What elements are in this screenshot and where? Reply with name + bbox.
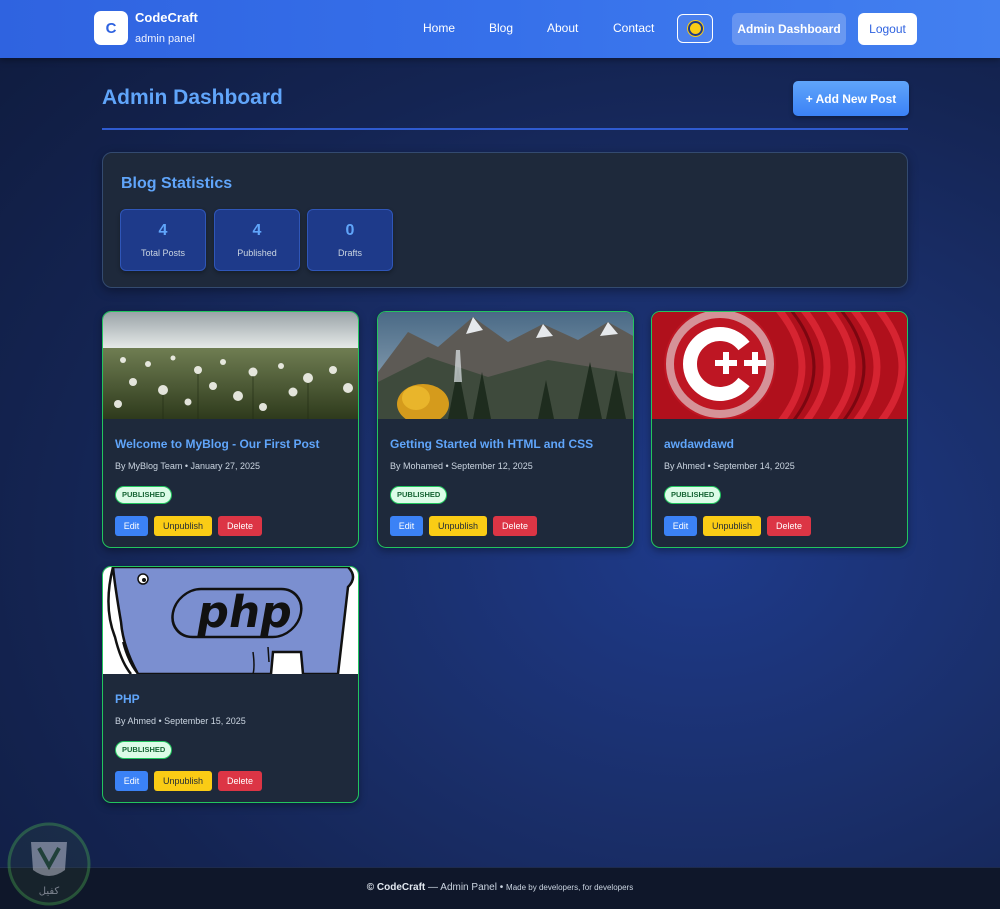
- divider: [102, 128, 908, 130]
- post-card: Getting Started with HTML and CSS By Moh…: [377, 311, 634, 548]
- footer-tagline: Made by developers, for developers: [506, 883, 634, 892]
- unpublish-button[interactable]: Unpublish: [154, 771, 212, 791]
- admin-dashboard-button[interactable]: Admin Dashboard: [732, 13, 846, 45]
- footer-panel-label: — Admin Panel •: [425, 882, 507, 893]
- theme-toggle-button[interactable]: [677, 14, 713, 43]
- delete-button[interactable]: Delete: [767, 516, 811, 536]
- stat-value: 0: [345, 222, 355, 239]
- unpublish-button[interactable]: Unpublish: [703, 516, 761, 536]
- logout-button[interactable]: Logout: [858, 13, 917, 45]
- delete-button[interactable]: Delete: [493, 516, 537, 536]
- page-footer: © CodeCraft — Admin Panel • Made by deve…: [0, 867, 1000, 909]
- add-new-post-button[interactable]: + Add New Post: [793, 81, 909, 116]
- edit-button[interactable]: Edit: [390, 516, 423, 536]
- footer-copyright: © CodeCraft: [366, 882, 426, 893]
- post-title[interactable]: Getting Started with HTML and CSS: [390, 437, 593, 451]
- nav-home-link[interactable]: Home: [423, 21, 455, 35]
- stats-title: Blog Statistics: [121, 175, 233, 192]
- unpublish-button[interactable]: Unpublish: [429, 516, 487, 536]
- delete-button[interactable]: Delete: [218, 771, 262, 791]
- post-meta: By Ahmed • September 14, 2025: [664, 461, 795, 471]
- post-title[interactable]: awdawdawd: [664, 437, 734, 451]
- status-badge: PUBLISHED: [664, 486, 722, 504]
- edit-button[interactable]: Edit: [664, 516, 697, 536]
- post-thumbnail-mountain-landscape: [378, 312, 633, 419]
- edit-button[interactable]: Edit: [115, 771, 148, 791]
- post-thumbnail-php-elephant: php: [103, 567, 358, 674]
- unpublish-button[interactable]: Unpublish: [154, 516, 212, 536]
- stat-label: Drafts: [337, 248, 362, 258]
- post-card: php PHP By Ahmed • September 15, 2025 PU…: [102, 566, 359, 803]
- post-meta: By MyBlog Team • January 27, 2025: [115, 461, 261, 471]
- nav-blog-link[interactable]: Blog: [489, 21, 513, 35]
- stat-card-drafts: 0 Drafts: [307, 209, 393, 271]
- post-meta: By Ahmed • September 15, 2025: [115, 716, 246, 726]
- post-card: Welcome to MyBlog - Our First Post By My…: [102, 311, 359, 548]
- stat-label: Total Posts: [140, 248, 186, 258]
- post-title[interactable]: Welcome to MyBlog - Our First Post: [115, 437, 319, 451]
- post-title[interactable]: PHP: [115, 692, 140, 706]
- status-badge: PUBLISHED: [115, 741, 173, 759]
- brand-subtitle: admin panel: [135, 33, 195, 45]
- stat-label: Published: [237, 248, 277, 258]
- svg-text:كفيل: كفيل: [39, 886, 60, 897]
- post-thumbnail-dandelion-field: [103, 312, 358, 419]
- status-badge: PUBLISHED: [115, 486, 173, 504]
- brand-logo[interactable]: C: [94, 11, 128, 45]
- delete-button[interactable]: Delete: [218, 516, 262, 536]
- svg-text:php: php: [193, 587, 296, 638]
- blog-statistics-panel: Blog Statistics 4 Total Posts 4 Publishe…: [102, 152, 908, 288]
- stat-card-total-posts: 4 Total Posts: [120, 209, 206, 271]
- stat-card-published: 4 Published: [214, 209, 300, 271]
- sun-icon: [689, 23, 701, 34]
- stat-value: 4: [252, 222, 262, 239]
- stat-value: 4: [158, 222, 168, 239]
- nav-about-link[interactable]: About: [547, 21, 578, 35]
- top-navbar: C CodeCraft admin panel Home Blog About …: [0, 0, 1000, 58]
- status-badge: PUBLISHED: [390, 486, 448, 504]
- post-card: awdawdawd By Ahmed • September 14, 2025 …: [651, 311, 908, 548]
- post-thumbnail-cpp-logo: [652, 312, 907, 419]
- watermark-logo: كفيل: [5, 820, 93, 908]
- edit-button[interactable]: Edit: [115, 516, 148, 536]
- nav-contact-link[interactable]: Contact: [613, 21, 654, 35]
- post-meta: By Mohamed • September 12, 2025: [390, 461, 533, 471]
- brand-name[interactable]: CodeCraft: [135, 10, 198, 25]
- page-title: Admin Dashboard: [102, 86, 283, 109]
